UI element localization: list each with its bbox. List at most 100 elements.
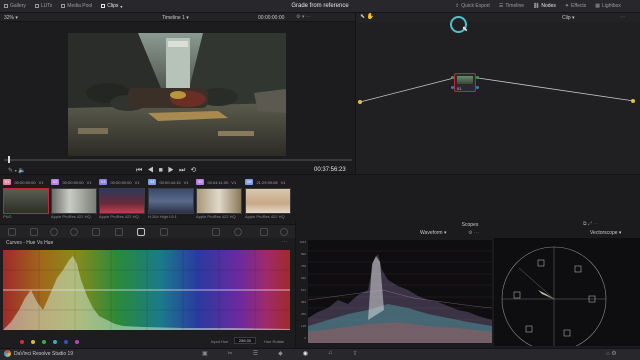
curves-options-icon[interactable]: ⋯ xyxy=(282,239,287,245)
clip-header-1: 01 00:00:00:00 V1 xyxy=(3,178,44,186)
home-icon[interactable]: ⌂ xyxy=(606,351,610,357)
clip-label-3: Apple ProRes 422 HQ xyxy=(99,214,139,219)
lightbox-icon: ▦ xyxy=(595,3,600,9)
vectorscope-select[interactable]: Vectorscope ▾ xyxy=(590,230,621,236)
edit-page-icon[interactable]: ☰ xyxy=(253,350,258,357)
clip-thumbnail-4[interactable] xyxy=(148,188,194,214)
timecode-current: 00:37:56:23 xyxy=(314,167,346,173)
magenta-swatch[interactable] xyxy=(75,340,79,344)
first-frame-icon[interactable]: ⏮ xyxy=(136,167,147,174)
tracker-icon[interactable] xyxy=(260,228,268,236)
rewind-icon[interactable]: ◀ xyxy=(147,167,158,174)
tab-gallery[interactable]: Gallery xyxy=(4,3,26,9)
color-node[interactable]: 01 xyxy=(454,73,476,92)
tab-lightbox[interactable]: ▦ Lightbox xyxy=(595,3,621,9)
node-connections xyxy=(359,77,635,103)
tab-media-pool[interactable]: Media Pool xyxy=(61,3,92,9)
clip-timecode: 00:00:44:15 xyxy=(159,179,181,185)
tab-luts-label: LUTs xyxy=(40,3,53,9)
node-options-icon[interactable]: ⋯ xyxy=(620,14,625,20)
scale-tick: 512 xyxy=(300,288,306,292)
fusion-page-icon[interactable]: ◆ xyxy=(278,350,283,357)
color-wheels-icon[interactable] xyxy=(50,228,58,236)
clip-track: V1 xyxy=(134,179,140,185)
curves-title: Curves - Hue Vs Hue xyxy=(6,240,54,246)
stop-icon[interactable]: ■ xyxy=(159,167,168,174)
resolve-logo-icon xyxy=(4,350,11,357)
tab-effects[interactable]: ✦ Effects xyxy=(565,3,586,9)
node-thumbnail xyxy=(457,76,473,84)
tab-quick-export-label: Quick Export xyxy=(461,3,490,9)
pointer-tool-icon[interactable]: ⬉ ✋ xyxy=(360,13,374,20)
node-input-dot[interactable] xyxy=(358,100,362,104)
hue-curve-graph[interactable] xyxy=(3,250,290,330)
input-hue-field[interactable]: 256.00 xyxy=(234,337,256,344)
deliver-page-icon[interactable]: ⇧ xyxy=(352,350,357,357)
curves-icon[interactable] xyxy=(137,228,145,236)
hdr-icon[interactable] xyxy=(70,228,78,236)
waveform-options-icon[interactable]: ⚙ ⋯ xyxy=(468,230,479,236)
node-mode-label: Clip xyxy=(562,15,571,21)
gallery-icon xyxy=(4,4,8,8)
timeline-select[interactable]: Timeline 1 ▾ xyxy=(162,15,189,21)
tab-effects-label: Effects xyxy=(571,3,587,9)
clip-thumbnail-6[interactable] xyxy=(245,188,291,214)
camera-raw-icon[interactable] xyxy=(8,228,16,236)
fairlight-page-icon[interactable]: ♫ xyxy=(328,350,333,357)
node-key-output[interactable] xyxy=(476,86,479,89)
node-output-dot[interactable] xyxy=(631,99,635,103)
clip-thumbnail-2[interactable] xyxy=(51,188,97,214)
rgb-mixer-icon[interactable] xyxy=(92,228,100,236)
chevron-down-icon: ▾ xyxy=(618,230,622,236)
qualifier-icon[interactable] xyxy=(212,228,220,236)
blur-icon[interactable] xyxy=(280,228,288,236)
motion-effects-icon[interactable] xyxy=(115,228,123,236)
clips-icon xyxy=(101,4,106,8)
clip-thumbnail-1[interactable] xyxy=(3,188,49,214)
tab-clips[interactable]: Clips ▾ xyxy=(101,3,122,9)
play-icon[interactable]: ▶ xyxy=(168,167,179,174)
blue-swatch[interactable] xyxy=(64,340,68,344)
settings-icon[interactable]: ⚙ xyxy=(611,351,616,357)
color-warper-icon[interactable] xyxy=(160,228,168,236)
tab-luts[interactable]: LUTs xyxy=(34,3,53,9)
clip-thumbnail-5[interactable] xyxy=(196,188,242,214)
zoom-select[interactable]: 32% ▾ xyxy=(4,15,18,21)
clip-timecode: 21:29:09:08 xyxy=(256,179,278,185)
vectorscope-label: Vectorscope xyxy=(590,230,618,236)
node-key-input[interactable] xyxy=(451,86,454,89)
tab-gallery-label: Gallery xyxy=(10,3,26,9)
color-match-icon[interactable] xyxy=(30,228,38,236)
viewer-options-icon[interactable]: ⚙ ▾ ⋯ xyxy=(296,14,311,20)
window-icon[interactable] xyxy=(234,228,242,236)
viewer-image xyxy=(68,33,286,156)
node-mode-select[interactable]: Clip ▾ xyxy=(562,15,575,21)
color-page-icon[interactable]: ◉ xyxy=(303,350,308,357)
scrub-bar[interactable] xyxy=(4,159,352,161)
waveform-select[interactable]: Waveform ▾ xyxy=(420,230,447,236)
yellow-swatch[interactable] xyxy=(31,340,35,344)
node-rgb-output[interactable] xyxy=(476,76,479,79)
green-swatch[interactable] xyxy=(42,340,46,344)
node-rgb-input[interactable] xyxy=(451,76,454,79)
tab-quick-export[interactable]: ⇪ Quick Export xyxy=(455,3,490,9)
cyan-swatch[interactable] xyxy=(53,340,57,344)
node-label: 01 xyxy=(457,86,462,91)
timeline-icon: ☰ xyxy=(498,3,504,9)
cut-page-icon[interactable]: ✂ xyxy=(228,350,233,357)
tab-nodes[interactable]: ⛓ Nodes xyxy=(533,3,556,9)
waveform-trace xyxy=(308,250,492,343)
red-swatch[interactable] xyxy=(20,340,24,344)
scopes-window-icons[interactable]: ⧉ ⤢ ⋯ xyxy=(583,221,598,227)
media-page-icon[interactable]: ▣ xyxy=(202,350,208,357)
chevron-down-icon[interactable]: ▾ xyxy=(15,168,17,173)
last-frame-icon[interactable]: ⏭ xyxy=(179,167,190,174)
clip-timecode: 00:00:00:00 xyxy=(62,179,84,185)
clip-index: 04 xyxy=(148,179,157,185)
hue-histogram xyxy=(3,250,290,330)
clip-index: 03 xyxy=(99,179,108,185)
playhead[interactable] xyxy=(8,156,10,163)
clip-thumbnail-3[interactable] xyxy=(99,188,145,214)
loop-icon[interactable]: ⟲ xyxy=(190,167,201,174)
tab-timeline[interactable]: ☰ Timeline xyxy=(499,3,524,9)
